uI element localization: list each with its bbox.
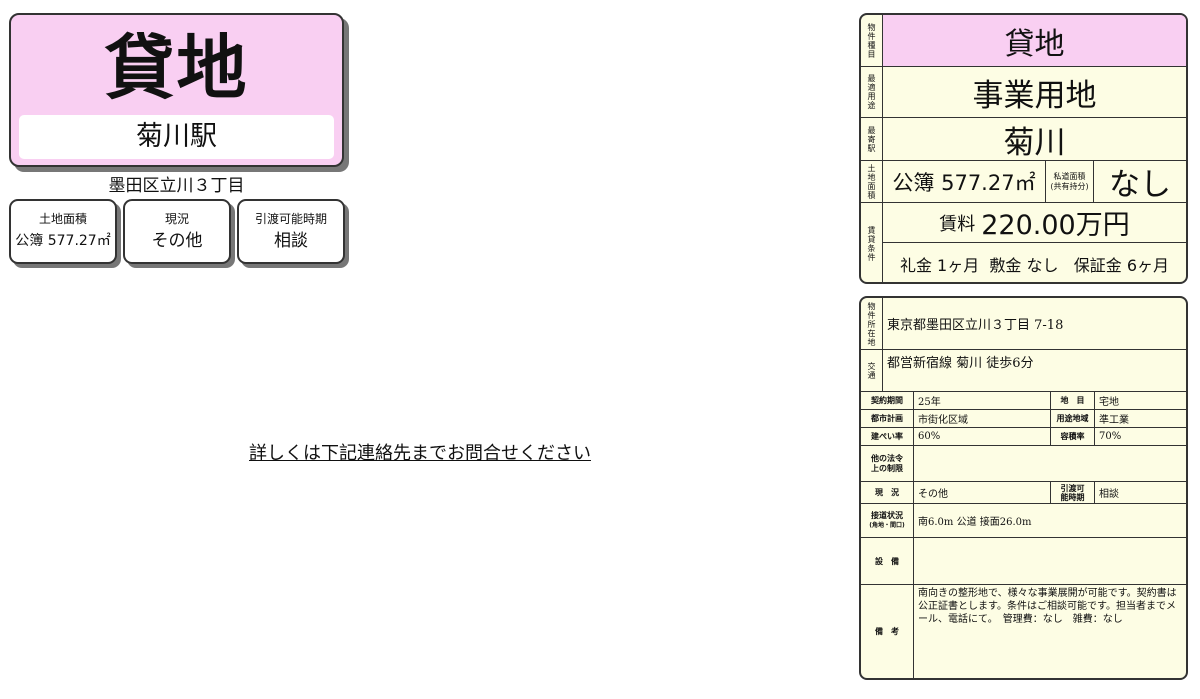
transport-value: 都営新宿線 菊川 徒歩6分	[887, 356, 1034, 371]
location-label: 物件所在地	[861, 298, 883, 350]
station-name: 菊川駅	[136, 121, 217, 152]
summary-label: 現況	[164, 212, 189, 226]
city-plan-row: 都市計画 市街化区域 用途地域 準工業	[861, 410, 1186, 428]
terms-label: 賃貸条件	[861, 203, 883, 282]
station-value: 菊川	[883, 118, 1186, 161]
remarks-row: 備 考 南向きの整形地で、様々な事業展開が可能です。契約書は公正証書とします。条…	[861, 585, 1186, 678]
rent-value: 220.00万円	[981, 210, 1130, 241]
deposits-value: 礼金 1ヶ月 敷金 なし 保証金 6ヶ月	[899, 255, 1170, 275]
use-value: 事業用地	[883, 67, 1186, 118]
type-label: 物件種目	[861, 15, 883, 67]
listing-detail-panel: 物件所在地 東京都墨田区立川３丁目 7-18 交通 都営新宿線 菊川 徒歩6分 …	[859, 296, 1188, 680]
listing-summary-panel: 物件種目 貸地 最適用途 事業用地 最寄駅 菊川 土地面積 公簿 577.27㎡…	[859, 13, 1188, 284]
status-value: その他	[914, 482, 1051, 503]
far-label: 容積率	[1051, 428, 1095, 445]
location-value: 東京都墨田区立川３丁目 7-18	[887, 318, 1064, 333]
other-law-row: 他の法令上の制限	[861, 446, 1186, 482]
road-value: 南6.0m 公道 接面26.0m	[918, 517, 1032, 528]
area-value: 公簿 577.27㎡	[883, 161, 1046, 203]
remarks-value: 南向きの整形地で、様々な事業展開が可能です。契約書は公正証書とします。条件はご相…	[918, 588, 1177, 625]
contract-row: 契約期間 25年 地 目 宅地	[861, 392, 1186, 410]
road-label: 接道状況	[871, 510, 903, 520]
land-category-value: 宅地	[1099, 397, 1119, 408]
other-law-value	[914, 446, 1186, 481]
contract-value: 25年	[914, 392, 1051, 409]
summary-handover: 引渡可能時期 相談	[237, 199, 345, 264]
city-plan-label: 都市計画	[861, 410, 914, 427]
station-name-box: 菊川駅	[19, 115, 334, 159]
land-category-label: 地 目	[1051, 392, 1095, 409]
road-access-row: 接道状況 (角地・間口) 南6.0m 公道 接面26.0m	[861, 504, 1186, 538]
facilities-label: 設 備	[861, 538, 914, 584]
zoning-value: 準工業	[1099, 415, 1129, 426]
coverage-row: 建ぺい率 60% 容積率 70%	[861, 428, 1186, 446]
summary-value: 公簿 577.27㎡	[15, 233, 111, 249]
transport-label: 交通	[861, 350, 883, 392]
rent-row: 賃料 220.00万円	[883, 203, 1186, 243]
private-road-value: なし	[1094, 161, 1186, 203]
location-row: 物件所在地 東京都墨田区立川３丁目 7-18	[861, 298, 1186, 350]
summary-label: 土地面積	[38, 212, 87, 226]
status-label: 現 況	[861, 482, 914, 503]
private-road-label: 私道面積	[1053, 171, 1086, 181]
status-row: 現 況 その他 引渡可能時期 相談	[861, 482, 1186, 504]
use-label: 最適用途	[861, 67, 883, 118]
coverage-label: 建ぺい率	[861, 428, 914, 445]
facilities-row: 設 備	[861, 538, 1186, 585]
summary-label: 引渡可能時期	[254, 212, 327, 226]
contact-note-link[interactable]: 詳しくは下記連絡先までお問合せください	[240, 443, 600, 465]
rent-prefix: 賃料	[939, 213, 976, 235]
far-value: 70%	[1099, 431, 1122, 442]
summary-value: 相談	[274, 231, 308, 251]
private-road-sublabel: (共有持分)	[1050, 181, 1089, 191]
summary-status: 現況 その他	[123, 199, 231, 264]
road-label-cell: 接道状況 (角地・間口)	[861, 504, 914, 537]
property-address: 墨田区立川３丁目	[108, 176, 245, 196]
summary-value: その他	[151, 231, 203, 251]
area-label: 土地面積	[861, 161, 883, 203]
zoning-label: 用途地域	[1051, 410, 1095, 427]
other-law-label: 他の法令上の制限	[861, 446, 914, 481]
remarks-label: 備 考	[861, 585, 914, 678]
facilities-value	[914, 538, 1186, 584]
contract-label: 契約期間	[861, 392, 914, 409]
road-sublabel: (角地・間口)	[869, 521, 905, 529]
city-plan-value: 市街化区域	[914, 410, 1051, 427]
title-card: 貸地 菊川駅	[9, 13, 344, 167]
private-road-label-cell: 私道面積 (共有持分)	[1046, 161, 1094, 203]
handover-label: 引渡可能時期	[1051, 482, 1095, 503]
summary-land-area: 土地面積 公簿 577.27㎡	[9, 199, 117, 264]
transport-row: 交通 都営新宿線 菊川 徒歩6分	[861, 350, 1186, 392]
type-value: 貸地	[883, 15, 1186, 67]
property-type-title: 貸地	[104, 27, 249, 109]
handover-value: 相談	[1099, 489, 1119, 500]
station-label: 最寄駅	[861, 118, 883, 161]
coverage-value: 60%	[914, 428, 1051, 445]
